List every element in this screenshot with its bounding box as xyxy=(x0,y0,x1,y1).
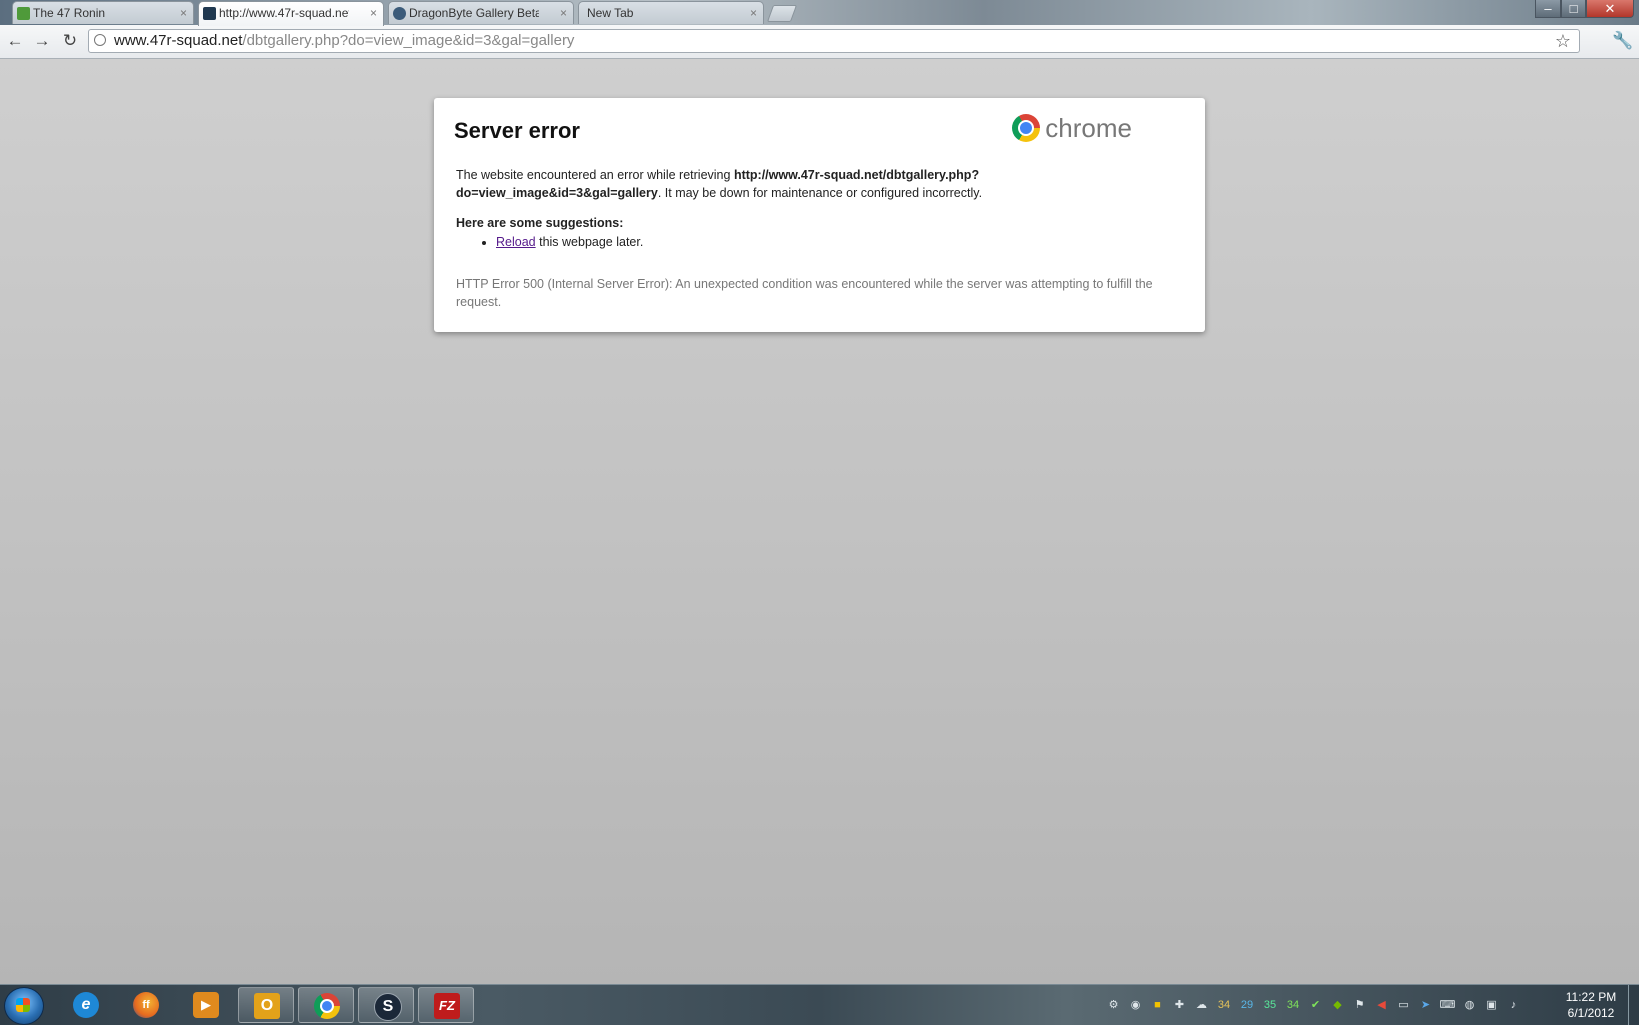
note-tray-icon[interactable]: ■ xyxy=(1149,997,1166,1014)
cloud-tray-icon[interactable]: ☁ xyxy=(1193,997,1210,1014)
taskbar-filezilla[interactable]: FZ xyxy=(418,987,474,1023)
steam-icon: S xyxy=(374,993,402,1021)
error-description-suffix: . It may be down for maintenance or conf… xyxy=(657,186,983,200)
check-tray-icon[interactable]: ✔ xyxy=(1307,997,1324,1014)
firefox-icon: ff xyxy=(133,992,159,1018)
error-url-line1: http://www.47r-squad.net/dbtgallery.php? xyxy=(733,168,980,182)
back-button[interactable]: ← xyxy=(4,31,26,51)
browser-toolbar: ← → ↻ www.47r-squad.net/dbtgallery.php?d… xyxy=(0,25,1639,59)
system-clock[interactable]: 11:22 PM 6/1/2012 xyxy=(1552,989,1630,1021)
suggestions-list: Reload this webpage later. xyxy=(454,233,1185,251)
tab-title: New Tab xyxy=(587,6,634,20)
cpu-temp-2[interactable]: 29 xyxy=(1238,999,1256,1011)
chrome-logo-icon xyxy=(1012,114,1041,142)
taskbar-outlook[interactable]: O xyxy=(238,987,294,1023)
tab-favicon-icon xyxy=(203,7,216,20)
tab-close-icon[interactable]: × xyxy=(370,2,377,24)
tab-favicon-icon xyxy=(17,7,30,20)
taskbar-steam[interactable]: S xyxy=(358,987,414,1023)
error-description: The website encountered an error while r… xyxy=(456,166,1176,202)
error-detail: HTTP Error 500 (Internal Server Error): … xyxy=(456,277,1153,309)
cpu-temp-3[interactable]: 35 xyxy=(1261,999,1279,1011)
reload-button[interactable]: ↻ xyxy=(59,31,81,51)
show-desktop-button[interactable] xyxy=(1628,985,1639,1025)
speaker-alert-tray-icon[interactable]: ◀ xyxy=(1373,997,1390,1014)
minimize-button[interactable]: ‒ xyxy=(1535,0,1561,18)
flag-tray-icon[interactable]: ⚑ xyxy=(1351,997,1368,1014)
filezilla-icon: FZ xyxy=(434,993,460,1019)
new-tab-button[interactable] xyxy=(766,5,798,22)
windows-taskbar: e ff ▶ O S FZ ⚙ ◉ ■ ✚ ☁ 34 29 35 34 ✔ ◆ … xyxy=(0,984,1639,1025)
globe-tray-icon[interactable]: ◍ xyxy=(1461,997,1478,1014)
forward-button[interactable]: → xyxy=(31,31,53,51)
tab-title: http://www.47r-squad.net/dbtgallery.php?… xyxy=(219,6,349,20)
address-domain: www.47r-squad.net xyxy=(114,32,243,49)
start-button[interactable] xyxy=(4,987,44,1025)
taskbar-chrome[interactable] xyxy=(298,987,354,1023)
system-tray: ⚙ ◉ ■ ✚ ☁ 34 29 35 34 ✔ ◆ ⚑ ◀ ▭ ➤ ⌨ ◍ ▣ … xyxy=(1105,985,1522,1025)
error-description-prefix: The website encountered an error while r… xyxy=(456,168,734,182)
list-item: Reload this webpage later. xyxy=(496,233,1185,251)
tab-title: The 47 Ronin xyxy=(33,6,106,20)
suggestion-text: this webpage later. xyxy=(535,235,644,249)
cpu-temp-1[interactable]: 34 xyxy=(1215,999,1233,1011)
tab-47r-squad-gallery[interactable]: http://www.47r-squad.net/dbtgallery.php?… xyxy=(198,1,384,26)
keyboard-tray-icon[interactable]: ⌨ xyxy=(1439,997,1456,1014)
taskbar-firefox[interactable]: ff xyxy=(118,987,174,1023)
tab-new-tab[interactable]: New Tab × xyxy=(578,1,764,24)
cpu-temp-4[interactable]: 34 xyxy=(1284,999,1302,1011)
steam-tray-icon[interactable]: ⚙ xyxy=(1105,997,1122,1014)
error-url-line2: do=view_image&id=3&gal=gallery xyxy=(456,186,658,200)
page-icon xyxy=(94,34,106,46)
close-window-button[interactable]: ✕ xyxy=(1586,0,1634,18)
chrome-icon-center xyxy=(322,1001,332,1011)
reload-icon: ↻ xyxy=(62,31,78,50)
taskbar-media-player[interactable]: ▶ xyxy=(178,987,234,1023)
reload-link[interactable]: Reload xyxy=(496,235,536,249)
clock-date: 6/1/2012 xyxy=(1567,1006,1615,1020)
arrow-tray-icon[interactable]: ➤ xyxy=(1417,997,1434,1014)
maximize-button[interactable]: □ xyxy=(1561,0,1586,18)
tab-close-icon[interactable]: × xyxy=(750,2,757,24)
address-bar[interactable]: www.47r-squad.net/dbtgallery.php?do=view… xyxy=(88,29,1580,53)
address-path: /dbtgallery.php?do=view_image&id=3&gal=g… xyxy=(242,32,575,49)
tab-dragonbyte-gallery[interactable]: DragonByte Gallery Beta Support × xyxy=(388,1,574,24)
wrench-menu-icon[interactable]: 🔧 xyxy=(1612,31,1633,51)
arrow-left-icon: ← xyxy=(6,31,24,50)
tab-the-47-ronin[interactable]: The 47 Ronin × xyxy=(12,1,194,24)
sync-tray-icon[interactable]: ◉ xyxy=(1127,997,1144,1014)
arrow-right-icon: → xyxy=(33,31,51,50)
nvidia-tray-icon[interactable]: ◆ xyxy=(1329,997,1346,1014)
media-player-icon: ▶ xyxy=(193,992,219,1018)
outlook-icon: O xyxy=(254,993,280,1019)
monitor-tray-icon[interactable]: ▣ xyxy=(1483,997,1500,1014)
chrome-wordmark: chrome xyxy=(1045,113,1132,143)
network-tray-icon[interactable]: ✚ xyxy=(1171,997,1188,1014)
suggestions-heading: Here are some suggestions: xyxy=(456,216,624,230)
chrome-logo: chrome xyxy=(1012,114,1132,142)
tab-favicon-icon xyxy=(393,7,406,20)
internet-explorer-icon: e xyxy=(73,992,99,1018)
error-box: Server error chrome The website encounte… xyxy=(434,98,1205,332)
tab-title: DragonByte Gallery Beta Support xyxy=(409,6,539,20)
window-titlebar: The 47 Ronin × http://www.47r-squad.net/… xyxy=(0,0,1639,26)
volume-tray-icon[interactable]: ♪ xyxy=(1505,997,1522,1014)
chrome-icon xyxy=(314,993,340,1019)
tab-close-icon[interactable]: × xyxy=(180,2,187,24)
tab-close-icon[interactable]: × xyxy=(560,2,567,24)
clock-time: 11:22 PM xyxy=(1565,990,1617,1004)
bookmark-star-icon[interactable]: ☆ xyxy=(1555,30,1571,52)
drive-tray-icon[interactable]: ▭ xyxy=(1395,997,1412,1014)
page-content: Server error chrome The website encounte… xyxy=(0,59,1639,984)
taskbar-internet-explorer[interactable]: e xyxy=(58,987,114,1023)
